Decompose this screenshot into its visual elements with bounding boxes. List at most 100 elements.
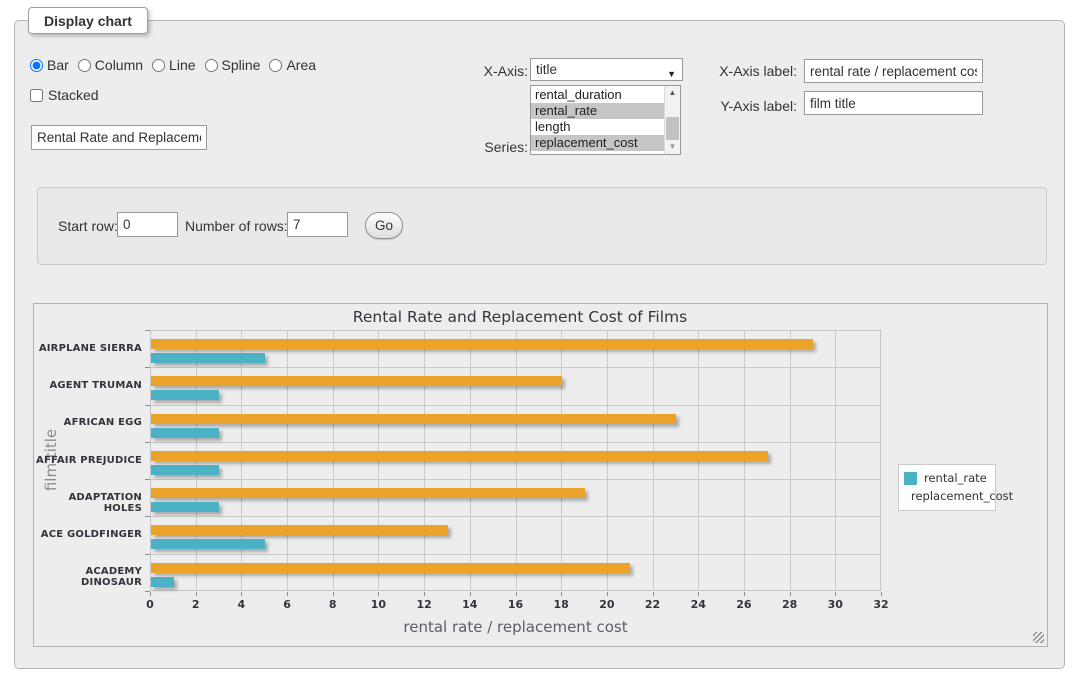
- bar-rental_rate: [151, 428, 219, 438]
- y-axis-tick: [145, 479, 150, 480]
- chart-type-radio-group: Bar Column Line Spline Area: [30, 57, 325, 73]
- x-axis-tick: [835, 592, 836, 596]
- x-axis-tick: [241, 592, 242, 596]
- chart-type-radio-spline[interactable]: [205, 59, 218, 72]
- legend-item: replacement_cost: [904, 487, 995, 505]
- chart-type-radio-column[interactable]: [78, 59, 91, 72]
- legend-label: rental_rate: [924, 471, 987, 485]
- stacked-option[interactable]: Stacked: [30, 87, 99, 103]
- x-axis-tick: [698, 592, 699, 596]
- number-of-rows-input[interactable]: [287, 212, 348, 237]
- bar-replacement_cost: [151, 563, 630, 573]
- chart-title: Rental Rate and Replacement Cost of Film…: [34, 308, 1006, 326]
- app-window: BarColumnLineSplineArea Stacked X-Axis: …: [0, 0, 1081, 681]
- bar-rental_rate: [151, 353, 265, 363]
- x-axis-tick: [516, 592, 517, 596]
- series-scrollbar[interactable]: ▲ ▼: [664, 86, 680, 154]
- x-axis-tick-label: 4: [221, 598, 261, 611]
- bar-rental_rate: [151, 465, 219, 475]
- y-axis-tick: [145, 554, 150, 555]
- x-axis-label: X-Axis:: [415, 63, 528, 79]
- gridline-horizontal: [150, 442, 881, 443]
- chart-type-radio-bar[interactable]: [30, 59, 43, 72]
- x-axis-tick: [744, 592, 745, 596]
- chart-type-option-area[interactable]: Area: [269, 57, 316, 73]
- category-label: AGENT TRUMAN: [34, 380, 142, 391]
- x-axis-tick-label: 8: [313, 598, 353, 611]
- y-axis-label-field-label: Y-Axis label:: [675, 98, 797, 114]
- start-row-label: Start row:: [58, 218, 118, 234]
- gridline-horizontal: [150, 367, 881, 368]
- scrollbar-thumb[interactable]: [666, 117, 679, 140]
- start-row-input[interactable]: [117, 212, 178, 237]
- bar-replacement_cost: [151, 451, 768, 461]
- x-axis-tick: [333, 592, 334, 596]
- chart-type-option-line[interactable]: Line: [152, 57, 195, 73]
- bar-replacement_cost: [151, 525, 448, 535]
- bar-replacement_cost: [151, 488, 585, 498]
- gridline-horizontal: [150, 479, 881, 480]
- x-axis-label-input[interactable]: [804, 59, 983, 83]
- series-option-length[interactable]: length: [531, 119, 664, 135]
- go-button[interactable]: Go: [365, 212, 403, 239]
- scrollbar-down-button[interactable]: ▼: [665, 140, 680, 154]
- x-axis-tick: [378, 592, 379, 596]
- bar-rental_rate: [151, 502, 219, 512]
- series-option-rental_rate[interactable]: rental_rate: [531, 103, 664, 119]
- bar-rental_rate: [151, 390, 219, 400]
- x-axis-tick-label: 2: [176, 598, 216, 611]
- series-multiselect[interactable]: rental_durationrental_ratelengthreplacem…: [530, 85, 681, 155]
- x-axis-tick-label: 18: [541, 598, 581, 611]
- x-axis-tick-label: 10: [358, 598, 398, 611]
- series-option-rental_duration[interactable]: rental_duration: [531, 87, 664, 103]
- bar-rental_rate: [151, 577, 174, 587]
- stacked-checkbox[interactable]: [30, 89, 43, 102]
- chart-type-option-bar[interactable]: Bar: [30, 57, 69, 73]
- category-label: ACE GOLDFINGER: [34, 529, 142, 540]
- bar-replacement_cost: [151, 376, 562, 386]
- chart-type-option-spline[interactable]: Spline: [205, 57, 261, 73]
- chart-legend: rental_rate replacement_cost: [898, 464, 996, 511]
- x-axis-tick: [150, 592, 151, 596]
- chart-type-radio-line[interactable]: [152, 59, 165, 72]
- x-axis-tick: [424, 592, 425, 596]
- x-axis-tick-label: 24: [678, 598, 718, 611]
- y-axis-tick: [145, 516, 150, 517]
- x-axis-tick-label: 32: [861, 598, 901, 611]
- x-axis-select[interactable]: title ▼: [530, 58, 683, 81]
- x-axis-tick: [790, 592, 791, 596]
- x-axis-tick-label: 30: [815, 598, 855, 611]
- y-axis-label-input[interactable]: [804, 91, 983, 115]
- category-label: AFFAIR PREJUDICE: [34, 455, 142, 466]
- x-axis-tick-label: 26: [724, 598, 764, 611]
- gridline-vertical: [790, 330, 791, 591]
- series-option-replacement_cost[interactable]: replacement_cost: [531, 135, 664, 151]
- x-axis-tick-label: 6: [267, 598, 307, 611]
- chart-resize-handle[interactable]: [1033, 632, 1044, 643]
- bar-replacement_cost: [151, 339, 813, 349]
- x-axis-tick-label: 16: [496, 598, 536, 611]
- x-axis-tick-label: 20: [587, 598, 627, 611]
- chart-title-input[interactable]: [31, 125, 207, 150]
- stacked-label: Stacked: [48, 87, 99, 103]
- y-axis-tick: [145, 591, 150, 592]
- chart-type-option-column[interactable]: Column: [78, 57, 143, 73]
- gridline-horizontal: [150, 516, 881, 517]
- legend-item: rental_rate: [904, 469, 995, 487]
- y-axis-tick: [145, 442, 150, 443]
- category-label: AFRICAN EGG: [34, 417, 142, 428]
- chart-type-option-label: Bar: [47, 57, 69, 73]
- x-axis-tick: [653, 592, 654, 596]
- chart-type-radio-area[interactable]: [269, 59, 282, 72]
- display-chart-fieldset: BarColumnLineSplineArea Stacked X-Axis: …: [14, 20, 1065, 669]
- chart-type-option-label: Spline: [222, 57, 261, 73]
- legend-label: replacement_cost: [911, 489, 1013, 503]
- x-axis-tick: [470, 592, 471, 596]
- x-axis-tick-label: 0: [130, 598, 170, 611]
- gridline-vertical: [835, 330, 836, 591]
- x-axis-tick-label: 28: [770, 598, 810, 611]
- chart-type-option-label: Column: [95, 57, 143, 73]
- y-axis-tick: [145, 330, 150, 331]
- bar-replacement_cost: [151, 414, 676, 424]
- x-axis-selected-value: title: [536, 62, 557, 77]
